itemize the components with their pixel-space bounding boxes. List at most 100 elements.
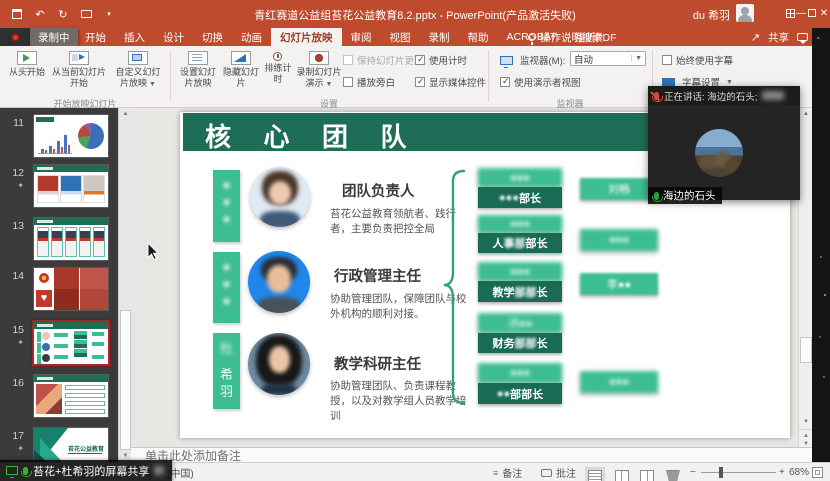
setup-slideshow-button[interactable]: 设置幻灯片放映 — [176, 49, 220, 88]
blurred-text — [154, 466, 164, 475]
monitor-select[interactable]: 自动▼ — [570, 51, 646, 66]
zoom-slider-thumb[interactable] — [719, 467, 723, 478]
dropdown-arrow-icon: ▼ — [631, 55, 642, 62]
tab-view[interactable]: 视图 — [381, 28, 420, 46]
thumbnail-slide-14[interactable]: ♥ — [34, 268, 108, 310]
recording-indicator — [0, 28, 30, 46]
zoom-out-button[interactable]: − — [690, 463, 696, 481]
thumbnail-scrollbar[interactable]: ▲ ▼ — [118, 108, 131, 462]
zoom-in-button[interactable]: + — [779, 463, 785, 481]
view-reading-button[interactable] — [640, 466, 654, 481]
org-title-box[interactable]: ●●●部长 — [478, 187, 562, 208]
participant-avatar — [695, 129, 743, 177]
from-current-slide-button[interactable]: 从当前幻灯片开始 — [50, 49, 108, 88]
org-name-box[interactable]: ●●● — [478, 215, 562, 233]
notes-button[interactable]: ≡ 备注 — [493, 463, 522, 481]
animation-star-icon: ✦ — [6, 444, 24, 453]
view-normal-button[interactable] — [588, 466, 602, 481]
close-button[interactable]: ✕ — [818, 0, 830, 26]
tab-slideshow[interactable]: 幻灯片放映 — [271, 28, 342, 46]
zoom-level[interactable]: 68% — [789, 463, 809, 481]
tab-record[interactable]: 录制 — [420, 28, 459, 46]
thumbnail-scrollbar-thumb[interactable] — [120, 310, 131, 450]
save-icon[interactable] — [10, 7, 24, 21]
tab-home[interactable]: 开始 — [76, 28, 115, 46]
zoom-slider-track[interactable] — [701, 472, 776, 473]
video-call-tile[interactable]: 海边的石头 — [648, 105, 800, 200]
scroll-down-icon[interactable]: ▼ — [799, 416, 813, 428]
redo-icon[interactable]: ↻ — [56, 7, 70, 21]
org-member-box[interactable]: ●●● — [580, 229, 658, 251]
scroll-up-icon[interactable]: ▲ — [799, 108, 813, 120]
view-sorter-button[interactable] — [615, 466, 629, 481]
user-avatar[interactable] — [736, 4, 754, 22]
signed-in-user[interactable]: du 希羽 — [693, 7, 730, 23]
thumbnail-slide-11[interactable] — [34, 115, 108, 157]
tab-transitions[interactable]: 切换 — [193, 28, 232, 46]
tab-help[interactable]: 帮助 — [459, 28, 498, 46]
always-use-subtitles-checkbox[interactable]: 始终使用字幕 — [662, 53, 733, 67]
member-name-tag[interactable]: ●●● — [213, 170, 240, 242]
from-beginning-button[interactable]: 从头开始 — [6, 49, 48, 78]
member-photo[interactable] — [248, 333, 310, 395]
show-media-controls-checkbox[interactable]: 显示媒体控件 — [415, 75, 486, 89]
use-timings-checkbox[interactable]: 使用计时 — [415, 53, 467, 67]
customize-qat-icon[interactable]: ▾ — [102, 7, 116, 21]
member-name-tag[interactable]: 杜希羽 — [213, 333, 240, 409]
play-narrations-checkbox[interactable]: 播放旁白 — [343, 75, 395, 89]
undo-icon[interactable]: ↶ — [33, 7, 47, 21]
keep-slides-updated-checkbox[interactable]: 保持幻灯片更新 — [343, 53, 424, 67]
org-title-box[interactable]: 人事部部长 — [478, 233, 562, 253]
member-photo[interactable] — [248, 251, 310, 313]
fit-to-window-icon[interactable] — [812, 467, 823, 478]
quick-access-toolbar: ↶ ↻ ▾ — [10, 5, 116, 23]
brace-connector[interactable] — [443, 168, 467, 408]
tell-me-search[interactable]: 操作说明搜索 — [528, 28, 603, 46]
thumbnail-slide-15-current[interactable] — [34, 322, 108, 364]
collapse-chevron-icon[interactable]: ⌃ — [815, 36, 822, 45]
share-button[interactable]: 共享 — [768, 30, 789, 45]
org-name-box[interactable]: 洪●● — [478, 313, 562, 333]
group-separator — [488, 50, 489, 102]
tab-animations[interactable]: 动画 — [232, 28, 271, 46]
org-member-box[interactable]: 刘畅 — [580, 178, 658, 200]
scrollbar-thumb[interactable] — [800, 337, 812, 363]
tab-insert[interactable]: 插入 — [115, 28, 154, 46]
thumbnail-slide-12[interactable] — [34, 165, 108, 207]
hide-slide-button[interactable]: 隐藏幻灯片 — [223, 49, 259, 88]
mic-icon — [23, 467, 28, 475]
slide-number: 14 — [2, 270, 24, 282]
slide-title[interactable]: 核 心 团 队 — [205, 117, 420, 154]
org-name-box[interactable]: ●●● — [478, 363, 562, 383]
thumbnail-slide-16[interactable] — [34, 375, 108, 417]
thumbnail-slide-13[interactable] — [34, 218, 108, 260]
use-presenter-view-checkbox[interactable]: 使用演示者视图 — [500, 75, 581, 89]
slideshow-icon[interactable] — [79, 7, 93, 21]
view-slideshow-button[interactable] — [666, 466, 680, 481]
record-slideshow-button[interactable]: 录制幻灯片演示▼ — [296, 49, 342, 89]
member-name-tag[interactable]: ●●● — [213, 252, 240, 323]
main-scrollbar[interactable]: ▲ ▼ ▲ ▼ — [798, 108, 812, 447]
monitor-icon — [500, 56, 513, 65]
normal-view-icon — [588, 470, 602, 481]
comments-button[interactable]: 批注 — [541, 463, 576, 481]
org-name-box[interactable]: ●●● — [478, 262, 562, 281]
notes-pane[interactable]: 单击此处添加备注 — [131, 447, 812, 462]
monitor-setup-icon — [188, 51, 208, 65]
org-title-box[interactable]: ●●部部长 — [478, 383, 562, 404]
org-name-box[interactable]: ●●● — [478, 168, 562, 187]
tab-review[interactable]: 审阅 — [342, 28, 381, 46]
restore-button[interactable] — [806, 0, 818, 26]
org-title-box[interactable]: 教学部部长 — [478, 281, 562, 302]
custom-slideshow-button[interactable]: 自定义幻灯片放映▼ — [112, 49, 164, 89]
org-member-box[interactable]: ●●● — [580, 371, 658, 393]
org-member-box[interactable]: 李●● — [580, 273, 658, 295]
rehearse-timings-button[interactable]: 排练计时 — [261, 49, 295, 84]
dropdown-arrow-icon: ▼ — [326, 81, 333, 88]
tab-design[interactable]: 设计 — [154, 28, 193, 46]
video-call-overlay[interactable]: 正在讲话: 海边的石头; 海边的石头 — [648, 86, 800, 200]
org-title-box[interactable]: 财务部部长 — [478, 333, 562, 353]
comments-icon[interactable] — [797, 33, 808, 41]
member-photo[interactable] — [250, 167, 310, 227]
screen-share-label: 苔花+杜希羽的屏幕共享 — [0, 460, 172, 481]
